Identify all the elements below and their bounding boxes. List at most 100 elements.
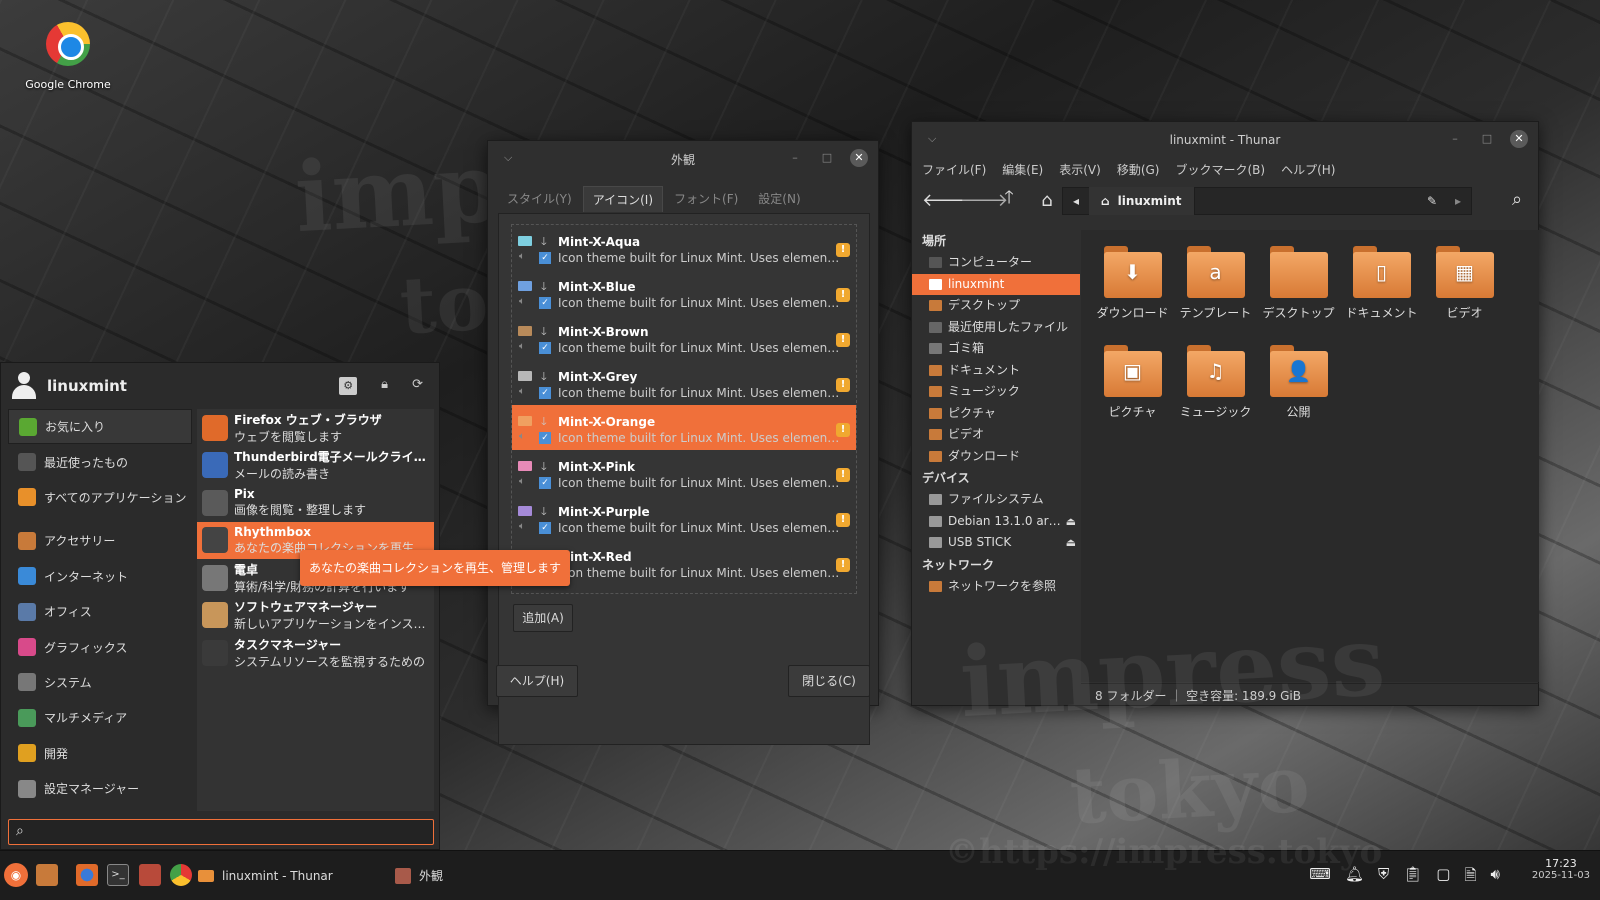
titlebar[interactable]: ⌵ linuxmint - Thunar – □ ✕ (912, 122, 1538, 158)
close-button[interactable]: ✕ (850, 149, 868, 167)
search-input[interactable]: ⌕ (8, 819, 434, 845)
minimize-button[interactable]: – (786, 149, 804, 167)
sidebar-item[interactable]: デスクトップ (912, 295, 1080, 317)
folder-item[interactable]: 👤 公開 (1257, 345, 1340, 420)
chevron-down-icon[interactable]: ⌵ (928, 132, 936, 146)
maximize-button[interactable]: □ (1478, 130, 1496, 148)
file-view[interactable]: ⬇ ダウンロード a テンプレート デスクトップ ▯ ドキュメント ▦ ビデオ ▣ ピクチャ ♫ ミュー… (1081, 230, 1539, 682)
app-item[interactable]: Pix 画像を閲覧・整理します (197, 484, 434, 522)
search-icon[interactable]: ⌕ (1506, 189, 1528, 210)
sidebar-item[interactable]: ファイルシステム (912, 489, 1080, 511)
eject-icon[interactable]: ⏏ (1066, 532, 1076, 554)
app-item[interactable]: タスクマネージャー システムリソースを監視するための (197, 634, 434, 672)
menu-item[interactable]: 移動(G) (1117, 161, 1160, 178)
clock[interactable]: 17:23 2025-11-03 (1532, 857, 1590, 881)
volume-icon[interactable]: 🔊︎ (1491, 865, 1500, 890)
info-badge-icon[interactable]: ! (836, 288, 850, 302)
theme-item[interactable]: 🡓 🔈︎ ✓ Mint-X-Grey Icon theme built for Linu… (512, 360, 856, 405)
category-item[interactable]: すべてのアプリケーション (8, 480, 192, 515)
sidebar-item[interactable]: ビデオ (912, 424, 1080, 446)
info-badge-icon[interactable]: ! (836, 423, 850, 437)
updates-icon[interactable]: 🗎 (1464, 865, 1476, 890)
maximize-button[interactable]: □ (818, 149, 836, 167)
category-item[interactable]: アクセサリー (8, 523, 192, 558)
firefox-icon[interactable] (76, 864, 98, 886)
breadcrumb[interactable]: ⌂ linuxmint (1089, 187, 1195, 215)
theme-item[interactable]: 🡓 🔈︎ ✓ Mint-X-Aqua Icon theme built for Linu… (512, 225, 856, 270)
sidebar-item[interactable]: USB STICK ⏏ (912, 532, 1080, 554)
sidebar-item[interactable]: ミュージック (912, 381, 1080, 403)
menu-item[interactable]: ブックマーク(B) (1175, 161, 1265, 178)
menu-item[interactable]: ヘルプ(H) (1281, 161, 1335, 178)
path-bar[interactable]: ◂ ⌂ linuxmint ✎ ▸ (1062, 187, 1472, 215)
dialog-close-button[interactable]: 閉じる(C) (788, 665, 870, 697)
tab-0[interactable]: スタイル(Y) (498, 186, 581, 212)
home-icon[interactable]: ⌂ (1036, 190, 1058, 211)
window-icon[interactable]: ▢ (1436, 865, 1450, 890)
folder-item[interactable]: ▦ ビデオ (1423, 246, 1506, 321)
show-desktop-icon[interactable] (36, 864, 58, 886)
mint-menu-button[interactable]: ◉ (4, 863, 28, 887)
close-button[interactable]: ✕ (1510, 130, 1528, 148)
path-right-arrow-icon[interactable]: ▸ (1445, 194, 1471, 208)
category-item[interactable]: 設定マネージャー (8, 771, 192, 806)
theme-item[interactable]: 🡓 🔈︎ ✓ Mint-X-Pink Icon theme built for Linu… (512, 450, 856, 495)
sidebar-item[interactable]: ドキュメント (912, 360, 1080, 382)
folder-item[interactable]: ▣ ピクチャ (1091, 345, 1174, 420)
info-badge-icon[interactable]: ! (836, 243, 850, 257)
folder-item[interactable]: a テンプレート (1174, 246, 1257, 321)
menu-item[interactable]: 編集(E) (1002, 161, 1043, 178)
logout-icon[interactable]: ⟳ (412, 377, 423, 395)
category-item[interactable]: グラフィックス (8, 629, 192, 664)
theme-item[interactable]: 🡓 🔈︎ ✓ Mint-X-Purple Icon theme built for Li… (512, 495, 856, 540)
keyboard-icon[interactable]: ⌨ (1309, 865, 1331, 890)
chevron-down-icon[interactable]: ⌵ (504, 151, 512, 165)
task-appearance[interactable]: 外観 (395, 861, 443, 891)
tab-1[interactable]: アイコン(I) (582, 186, 664, 212)
category-item[interactable]: お気に入り (8, 409, 192, 445)
sidebar-item[interactable]: linuxmint (912, 273, 1080, 295)
category-item[interactable]: インターネット (8, 559, 192, 594)
category-item[interactable]: システム (8, 665, 192, 700)
app-item[interactable]: ソフトウェアマネージャー 新しいアプリケーションをインストール (197, 597, 434, 635)
help-button[interactable]: ヘルプ(H) (496, 665, 578, 697)
theme-item[interactable]: 🡓 🔈︎ ✓ Mint-X-Brown Icon theme built for Lin… (512, 315, 856, 360)
category-item[interactable]: マルチメディア (8, 700, 192, 735)
info-badge-icon[interactable]: ! (836, 513, 850, 527)
shield-icon[interactable]: ⛨ (1378, 865, 1389, 890)
titlebar[interactable]: ⌵ 外観 – □ ✕ (488, 141, 878, 177)
folder-item[interactable]: ♫ ミュージック (1174, 345, 1257, 420)
theme-item[interactable]: 🡓 🔈︎ ✓ Mint-X-Blue Icon theme built for Linu… (512, 270, 856, 315)
sidebar-item[interactable]: ネットワークを参照 (912, 576, 1080, 598)
bell-icon[interactable]: 🔔︎ (1345, 865, 1364, 890)
lock-icon[interactable]: 🔒︎ (381, 377, 388, 395)
category-item[interactable]: オフィス (8, 594, 192, 629)
app-item[interactable]: Firefox ウェブ・ブラウザ ウェブを閲覧します (197, 409, 434, 447)
menu-item[interactable]: ファイル(F) (922, 161, 986, 178)
file-manager-icon[interactable] (139, 864, 161, 886)
clipboard-icon[interactable]: 📋︎ (1403, 865, 1422, 890)
minimize-button[interactable]: – (1446, 130, 1464, 148)
info-badge-icon[interactable]: ! (836, 468, 850, 482)
info-badge-icon[interactable]: ! (836, 378, 850, 392)
task-thunar[interactable]: linuxmint - Thunar (198, 861, 333, 891)
info-badge-icon[interactable]: ! (836, 333, 850, 347)
info-badge-icon[interactable]: ! (836, 558, 850, 572)
folder-item[interactable]: デスクトップ (1257, 246, 1340, 321)
menu-item[interactable]: 表示(V) (1059, 161, 1101, 178)
sidebar-item[interactable]: ピクチャ (912, 403, 1080, 425)
tab-3[interactable]: 設定(N) (749, 186, 809, 212)
tab-2[interactable]: フォント(F) (665, 186, 747, 212)
sidebar-item[interactable]: コンピューター (912, 252, 1080, 274)
sidebar-item[interactable]: ダウンロード (912, 446, 1080, 468)
app-item[interactable]: Thunderbird電子メールクライアント メールの読み書き (197, 447, 434, 485)
folder-item[interactable]: ⬇ ダウンロード (1091, 246, 1174, 321)
chrome-icon[interactable] (170, 864, 192, 886)
settings-icon[interactable]: ⚙ (339, 377, 358, 395)
icon-theme-list[interactable]: 🡓 🔈︎ ✓ Mint-X-Aqua Icon theme built for Linu… (511, 224, 857, 594)
category-item[interactable]: 開発 (8, 736, 192, 771)
category-item[interactable]: 最近使ったもの (8, 444, 192, 479)
up-arrow-icon[interactable]: 🡑 (998, 185, 1020, 215)
desktop-icon-chrome[interactable]: Google Chrome (18, 22, 118, 91)
add-button[interactable]: 追加(A) (513, 604, 573, 632)
